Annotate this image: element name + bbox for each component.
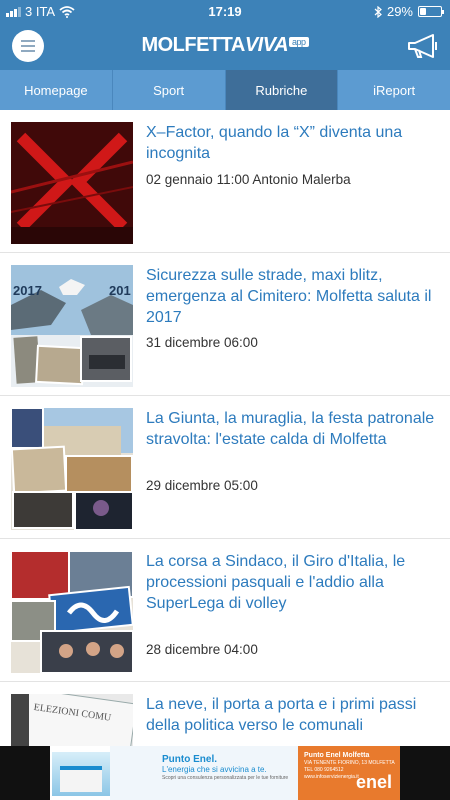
thumb-year-left: 2017 <box>13 283 42 298</box>
article-thumbnail: ELEZIONI COMU <box>11 694 133 746</box>
article-title[interactable]: Sicurezza sulle strade, maxi blitz, emer… <box>146 265 438 328</box>
article-meta: 28 dicembre 04:00 <box>146 642 258 657</box>
category-tabs: Homepage Sport Rubriche iReport <box>0 70 450 110</box>
ad-photo <box>52 752 110 796</box>
ad-brand: Punto Enel. <box>162 754 217 765</box>
article-meta: 02 gennaio 11:00 Antonio Malerba <box>146 172 351 187</box>
ad-store-address: VIA TENENTE FIORINO, 13 MOLFETTA <box>304 760 395 766</box>
article-thumbnail <box>11 408 133 530</box>
article-thumbnail <box>11 122 133 244</box>
logo-accent: VIVA <box>244 34 289 56</box>
tab-rubriche[interactable]: Rubriche <box>225 70 339 110</box>
article-meta: 29 dicembre 05:00 <box>146 478 258 493</box>
battery-icon <box>418 6 444 17</box>
battery-percent: 29% <box>386 4 413 19</box>
article-list: X–Factor, quando la “X” diventa una inco… <box>0 110 450 746</box>
app-logo[interactable]: MOLFETTAVIVA app <box>0 34 450 57</box>
status-right: 29% <box>374 4 444 19</box>
article-thumbnail <box>11 551 133 673</box>
article-title[interactable]: La neve, il porta a porta e i primi pass… <box>146 694 438 736</box>
article-item[interactable]: X–Factor, quando la “X” diventa una inco… <box>0 110 450 253</box>
ad-banner[interactable]: Punto Enel. L'energia che si avvicina a … <box>0 746 450 800</box>
logo-main: MOLFETTA <box>141 34 245 56</box>
thumb-year-right: 201 <box>109 283 131 298</box>
ad-small-text: Scopri una consulenza personalizzata per… <box>162 775 289 781</box>
logo-tag: app <box>289 37 309 47</box>
tab-sport[interactable]: Sport <box>113 70 226 110</box>
article-meta: 31 dicembre 06:00 <box>146 335 258 350</box>
article-title[interactable]: La Giunta, la muraglia, la festa patrona… <box>146 408 438 450</box>
ad-content[interactable]: Punto Enel. L'energia che si avvicina a … <box>50 746 400 800</box>
ad-store-name: Punto Enel Molfetta <box>304 752 370 759</box>
status-bar: 3 ITA 17:19 29% <box>0 0 450 22</box>
tab-homepage[interactable]: Homepage <box>0 70 113 110</box>
megaphone-icon[interactable] <box>406 32 440 60</box>
tab-ireport[interactable]: iReport <box>338 70 450 110</box>
article-title[interactable]: La corsa a Sindaco, il Giro d'Italia, le… <box>146 551 438 614</box>
article-title[interactable]: X–Factor, quando la “X” diventa una inco… <box>146 122 438 164</box>
article-thumbnail: 2017 201 <box>11 265 133 387</box>
article-item[interactable]: La corsa a Sindaco, il Giro d'Italia, le… <box>0 539 450 682</box>
article-item[interactable]: 2017 201 Sicurezza sulle strade, maxi bl… <box>0 253 450 396</box>
battery-fill <box>420 8 426 15</box>
article-item[interactable]: La Giunta, la muraglia, la festa patrona… <box>0 396 450 539</box>
ad-store-panel: Punto Enel Molfetta VIA TENENTE FIORINO,… <box>298 746 400 800</box>
ad-middle: Punto Enel. L'energia che si avvicina a … <box>110 746 298 800</box>
bluetooth-icon <box>374 5 382 18</box>
ad-tagline: L'energia che si avvicina a te. <box>162 765 267 774</box>
article-item[interactable]: ELEZIONI COMU La neve, il porta a porta … <box>0 682 450 746</box>
enel-logo: enel <box>355 772 392 792</box>
app-header: MOLFETTAVIVA app <box>0 22 450 70</box>
